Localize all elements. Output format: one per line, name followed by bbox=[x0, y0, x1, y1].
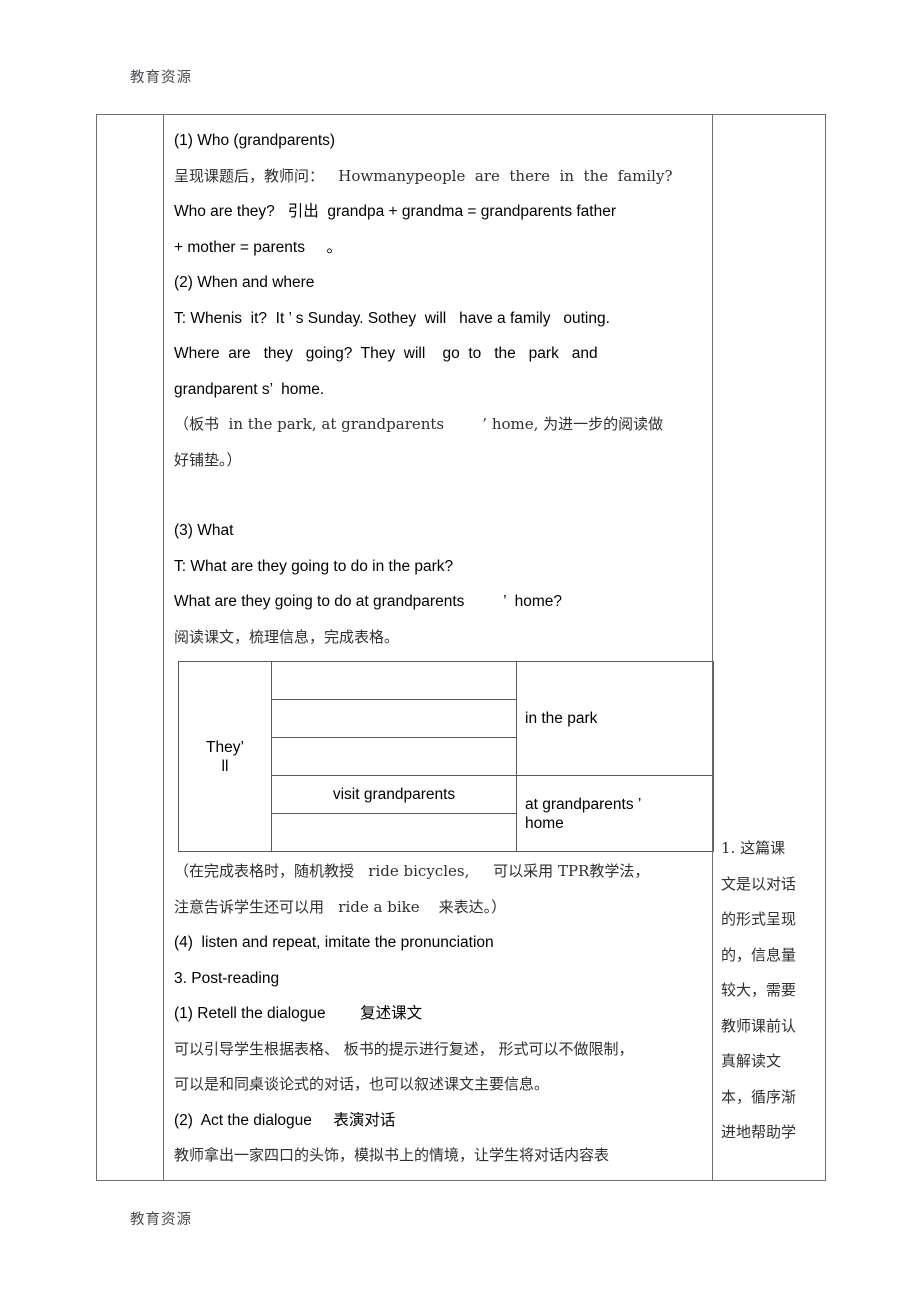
paragraph-1: (1) Who (grandparents) bbox=[174, 132, 336, 149]
side-note-column: 1. 这篇课 文是以对话 的形式呈现 的，信息量 较大，需要 教师课前认 真解读… bbox=[712, 114, 826, 1181]
side-note-body: 1. 这篇课 文是以对话 的形式呈现 的，信息量 较大，需要 教师课前认 真解读… bbox=[713, 115, 825, 1141]
side-note-line-7: 真解读文 bbox=[721, 1052, 782, 1070]
footer-watermark: 教育资源 bbox=[130, 1212, 192, 1228]
subject-cell: They’ ll bbox=[178, 661, 272, 852]
side-note-line-9: 进地帮助学 bbox=[721, 1123, 797, 1141]
paragraph-15: （在完成表格时，随机教授 ride bicycles, 可以采用 TPR教学法， bbox=[174, 862, 650, 880]
paragraph-7: Where are they going? They will go to th… bbox=[174, 345, 598, 362]
header-watermark: 教育资源 bbox=[130, 70, 192, 86]
paragraph-20: 可以引导学生根据表格、 板书的提示进行复述， 形式可以不做限制， bbox=[174, 1039, 634, 1058]
document-page: 教育资源 (1) Who (grandparents) 呈现课题后，教师问： H… bbox=[0, 0, 920, 1303]
side-note-line-4: 的，信息量 bbox=[721, 945, 797, 964]
paragraph-4: + mother = parents 。 bbox=[174, 238, 342, 256]
paragraph-16: 注意告诉学生还可以用 ride a bike 来表达。） bbox=[174, 897, 507, 916]
left-empty-column bbox=[96, 114, 164, 1181]
paragraph-23: 教师拿出一家四口的头饰，模拟书上的情境，让学生将对话内容表 bbox=[174, 1146, 610, 1164]
paragraph-13: What are they going to do at grandparent… bbox=[174, 593, 563, 610]
side-note-line-6: 教师课前认 bbox=[721, 1016, 797, 1035]
main-content-body: (1) Who (grandparents) 呈现课题后，教师问： Howman… bbox=[164, 115, 714, 1180]
side-note-line-1: 1. 这篇课 bbox=[721, 839, 786, 857]
paragraph-9: （板书 in the park, at grandparents ’ home,… bbox=[174, 415, 664, 433]
paragraph-11: (3) What bbox=[174, 522, 234, 539]
side-note-line-3: 的形式呈现 bbox=[721, 910, 797, 928]
paragraph-14: 阅读课文，梳理信息，完成表格。 bbox=[174, 627, 400, 646]
paragraph-5: (2) When and where bbox=[174, 274, 315, 291]
paragraph-2: 呈现课题后，教师问： Howmanypeople are there in th… bbox=[174, 166, 673, 185]
paragraph-10: 好铺垫。） bbox=[174, 450, 242, 469]
place-cell-park: in the park bbox=[516, 661, 714, 776]
activity-cell-3 bbox=[271, 737, 517, 776]
side-note-text: 1. 这篇课 文是以对话 的形式呈现 的，信息量 较大，需要 教师课前认 真解读… bbox=[721, 831, 796, 1151]
information-table: They’ ll in the park visit grandparents … bbox=[178, 661, 714, 852]
paragraph-17: (4) listen and repeat, imitate the pronu… bbox=[174, 934, 494, 951]
paragraph-22: (2) Act the dialogue 表演对话 bbox=[174, 1111, 396, 1129]
activity-cell-5 bbox=[271, 813, 517, 852]
paragraph-8: grandparent s’ home. bbox=[174, 380, 325, 398]
paragraph-3: Who are they? 引出 grandpa + grandma = gra… bbox=[174, 203, 617, 220]
paragraph-18: 3. Post-reading bbox=[174, 969, 280, 987]
table-row: (1) Who (grandparents) 呈现课题后，教师问： Howman… bbox=[96, 114, 826, 1181]
activity-cell-1 bbox=[271, 661, 517, 700]
paragraph-12: T: What are they going to do in the park… bbox=[174, 557, 454, 575]
paragraph-19: (1) Retell the dialogue 复述课文 bbox=[174, 1005, 423, 1022]
side-note-line-8: 本，循序渐 bbox=[721, 1087, 797, 1106]
side-note-line-5: 较大，需要 bbox=[721, 981, 797, 999]
inner-table-row-1: They’ ll in the park bbox=[178, 661, 714, 852]
lesson-plan-table: (1) Who (grandparents) 呈现课题后，教师问： Howman… bbox=[96, 114, 826, 1181]
activity-cell-4: visit grandparents bbox=[271, 775, 517, 814]
main-content-column: (1) Who (grandparents) 呈现课题后，教师问： Howman… bbox=[163, 114, 714, 1181]
place-cell-home: at grandparents ’ home bbox=[516, 775, 714, 852]
information-table-wrapper: They’ ll in the park visit grandparents … bbox=[174, 655, 714, 854]
side-note-line-2: 文是以对话 bbox=[721, 874, 797, 893]
subject-label-line1: They’ bbox=[206, 738, 244, 756]
subject-label-line2: ll bbox=[221, 757, 229, 775]
paragraph-21: 可以是和同桌谈论式的对话，也可以叙述课文主要信息。 bbox=[174, 1075, 550, 1093]
activity-cell-2 bbox=[271, 699, 517, 738]
paragraph-6: T: Whenis it? It ’ s Sunday. Sothey will… bbox=[174, 309, 610, 327]
